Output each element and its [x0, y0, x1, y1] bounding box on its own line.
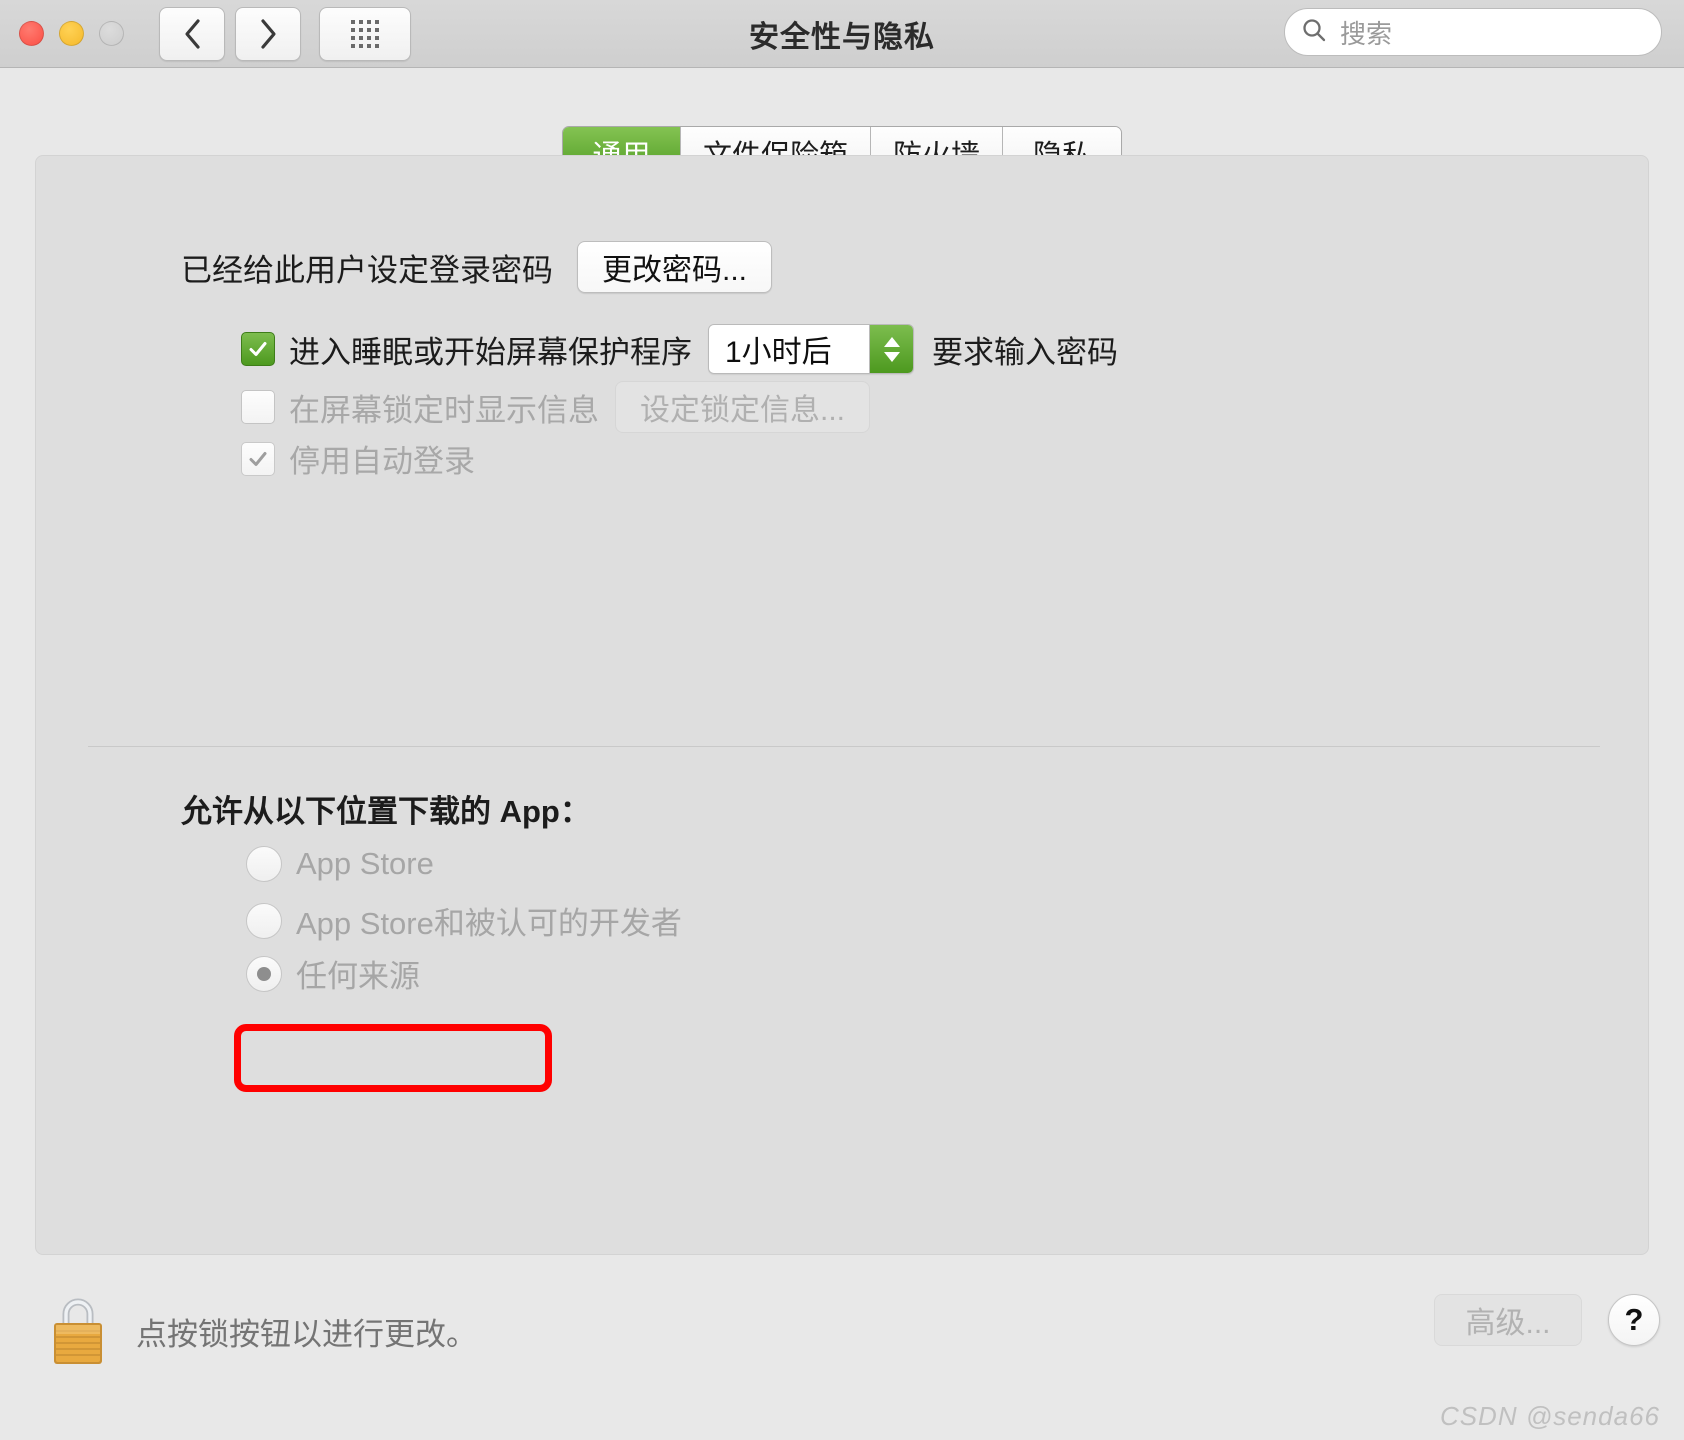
- system-preferences-window: 安全性与隐私 搜索 通用 文件保险箱 防火墙 隐私 已经给此用户设定登录密码 更…: [0, 0, 1684, 1440]
- footer-actions: 高级... ?: [1434, 1294, 1660, 1346]
- require-password-trailing-label: 要求输入密码: [932, 334, 1118, 370]
- lock-area: 点按锁按钮以进行更改。: [46, 1290, 477, 1373]
- download-sources-title: 允许从以下位置下载的 App：: [181, 794, 591, 829]
- require-password-delay-value: 1小时后: [709, 325, 869, 373]
- annotation-highlight-box: [234, 1024, 552, 1092]
- radio-option-app-store-identified-developers[interactable]: App Store和被认可的开发者: [246, 898, 682, 943]
- change-password-button[interactable]: 更改密码...: [577, 241, 773, 293]
- general-settings-panel: 已经给此用户设定登录密码 更改密码... 进入睡眠或开始屏幕保护程序 1小时后 …: [35, 155, 1649, 1255]
- search-field[interactable]: 搜索: [1284, 8, 1662, 56]
- radio-button[interactable]: [246, 846, 282, 882]
- radio-button[interactable]: [246, 902, 282, 939]
- radio-selected-dot-icon: [257, 966, 271, 981]
- checkmark-icon: [249, 451, 267, 466]
- login-password-row: 已经给此用户设定登录密码 更改密码...: [181, 241, 773, 293]
- help-button[interactable]: ?: [1608, 1294, 1660, 1346]
- login-password-status: 已经给此用户设定登录密码: [181, 252, 553, 288]
- radio-button-selected[interactable]: [246, 955, 282, 992]
- stepper-down-icon: [883, 351, 900, 362]
- checkmark-icon: [249, 342, 267, 356]
- lock-message: 点按锁按钮以进行更改。: [136, 1317, 477, 1352]
- show-lock-message-row: 在屏幕锁定时显示信息 设定锁定信息...: [241, 381, 871, 433]
- require-password-row: 进入睡眠或开始屏幕保护程序 1小时后 要求输入密码: [241, 324, 1118, 374]
- section-divider: [88, 746, 1600, 747]
- show-lock-message-checkbox[interactable]: [241, 390, 275, 424]
- radio-option-anywhere[interactable]: 任何来源: [246, 951, 420, 996]
- watermark: CSDN @senda66: [1439, 1401, 1660, 1431]
- window-titlebar: 安全性与隐私 搜索: [0, 0, 1684, 68]
- window-footer: 点按锁按钮以进行更改。 高级... ?: [0, 1280, 1684, 1390]
- disable-auto-login-row: 停用自动登录: [241, 436, 475, 481]
- search-icon: [1301, 17, 1327, 48]
- radio-label: App Store: [296, 846, 434, 881]
- set-lock-message-button[interactable]: 设定锁定信息...: [615, 381, 871, 433]
- require-password-delay-select[interactable]: 1小时后: [708, 324, 914, 374]
- show-lock-message-label: 在屏幕锁定时显示信息: [289, 392, 599, 428]
- radio-label: App Store和被认可的开发者: [296, 906, 682, 941]
- radio-label: 任何来源: [296, 959, 420, 994]
- stepper-up-icon: [883, 336, 900, 347]
- disable-auto-login-label: 停用自动登录: [289, 444, 475, 479]
- search-placeholder: 搜索: [1340, 18, 1393, 49]
- require-password-label: 进入睡眠或开始屏幕保护程序: [289, 334, 692, 370]
- disable-auto-login-checkbox[interactable]: [241, 441, 275, 476]
- require-password-checkbox[interactable]: [241, 332, 275, 366]
- padlock-closed-icon[interactable]: [46, 1290, 110, 1373]
- advanced-button[interactable]: 高级...: [1434, 1294, 1582, 1346]
- radio-option-app-store[interactable]: App Store: [246, 846, 434, 882]
- stepper-control[interactable]: [869, 325, 913, 373]
